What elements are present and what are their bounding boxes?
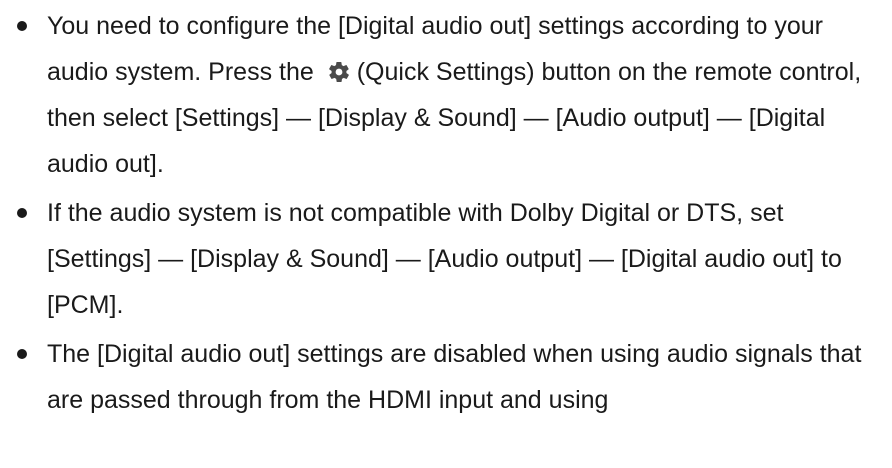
bullet-dot — [17, 21, 27, 31]
list-item: The [Digital audio out] settings are dis… — [0, 331, 892, 423]
notes-bullet-list: You need to configure the [Digital audio… — [0, 3, 892, 426]
bullet-dot — [17, 208, 27, 218]
bullet-text: If the audio system is not compatible wi… — [47, 199, 842, 319]
bullet-dot — [17, 349, 27, 359]
list-item: If the audio system is not compatible wi… — [0, 190, 892, 328]
list-item: You need to configure the [Digital audio… — [0, 3, 892, 187]
gear-icon — [327, 60, 351, 84]
bullet-text: The [Digital audio out] settings are dis… — [47, 340, 862, 414]
